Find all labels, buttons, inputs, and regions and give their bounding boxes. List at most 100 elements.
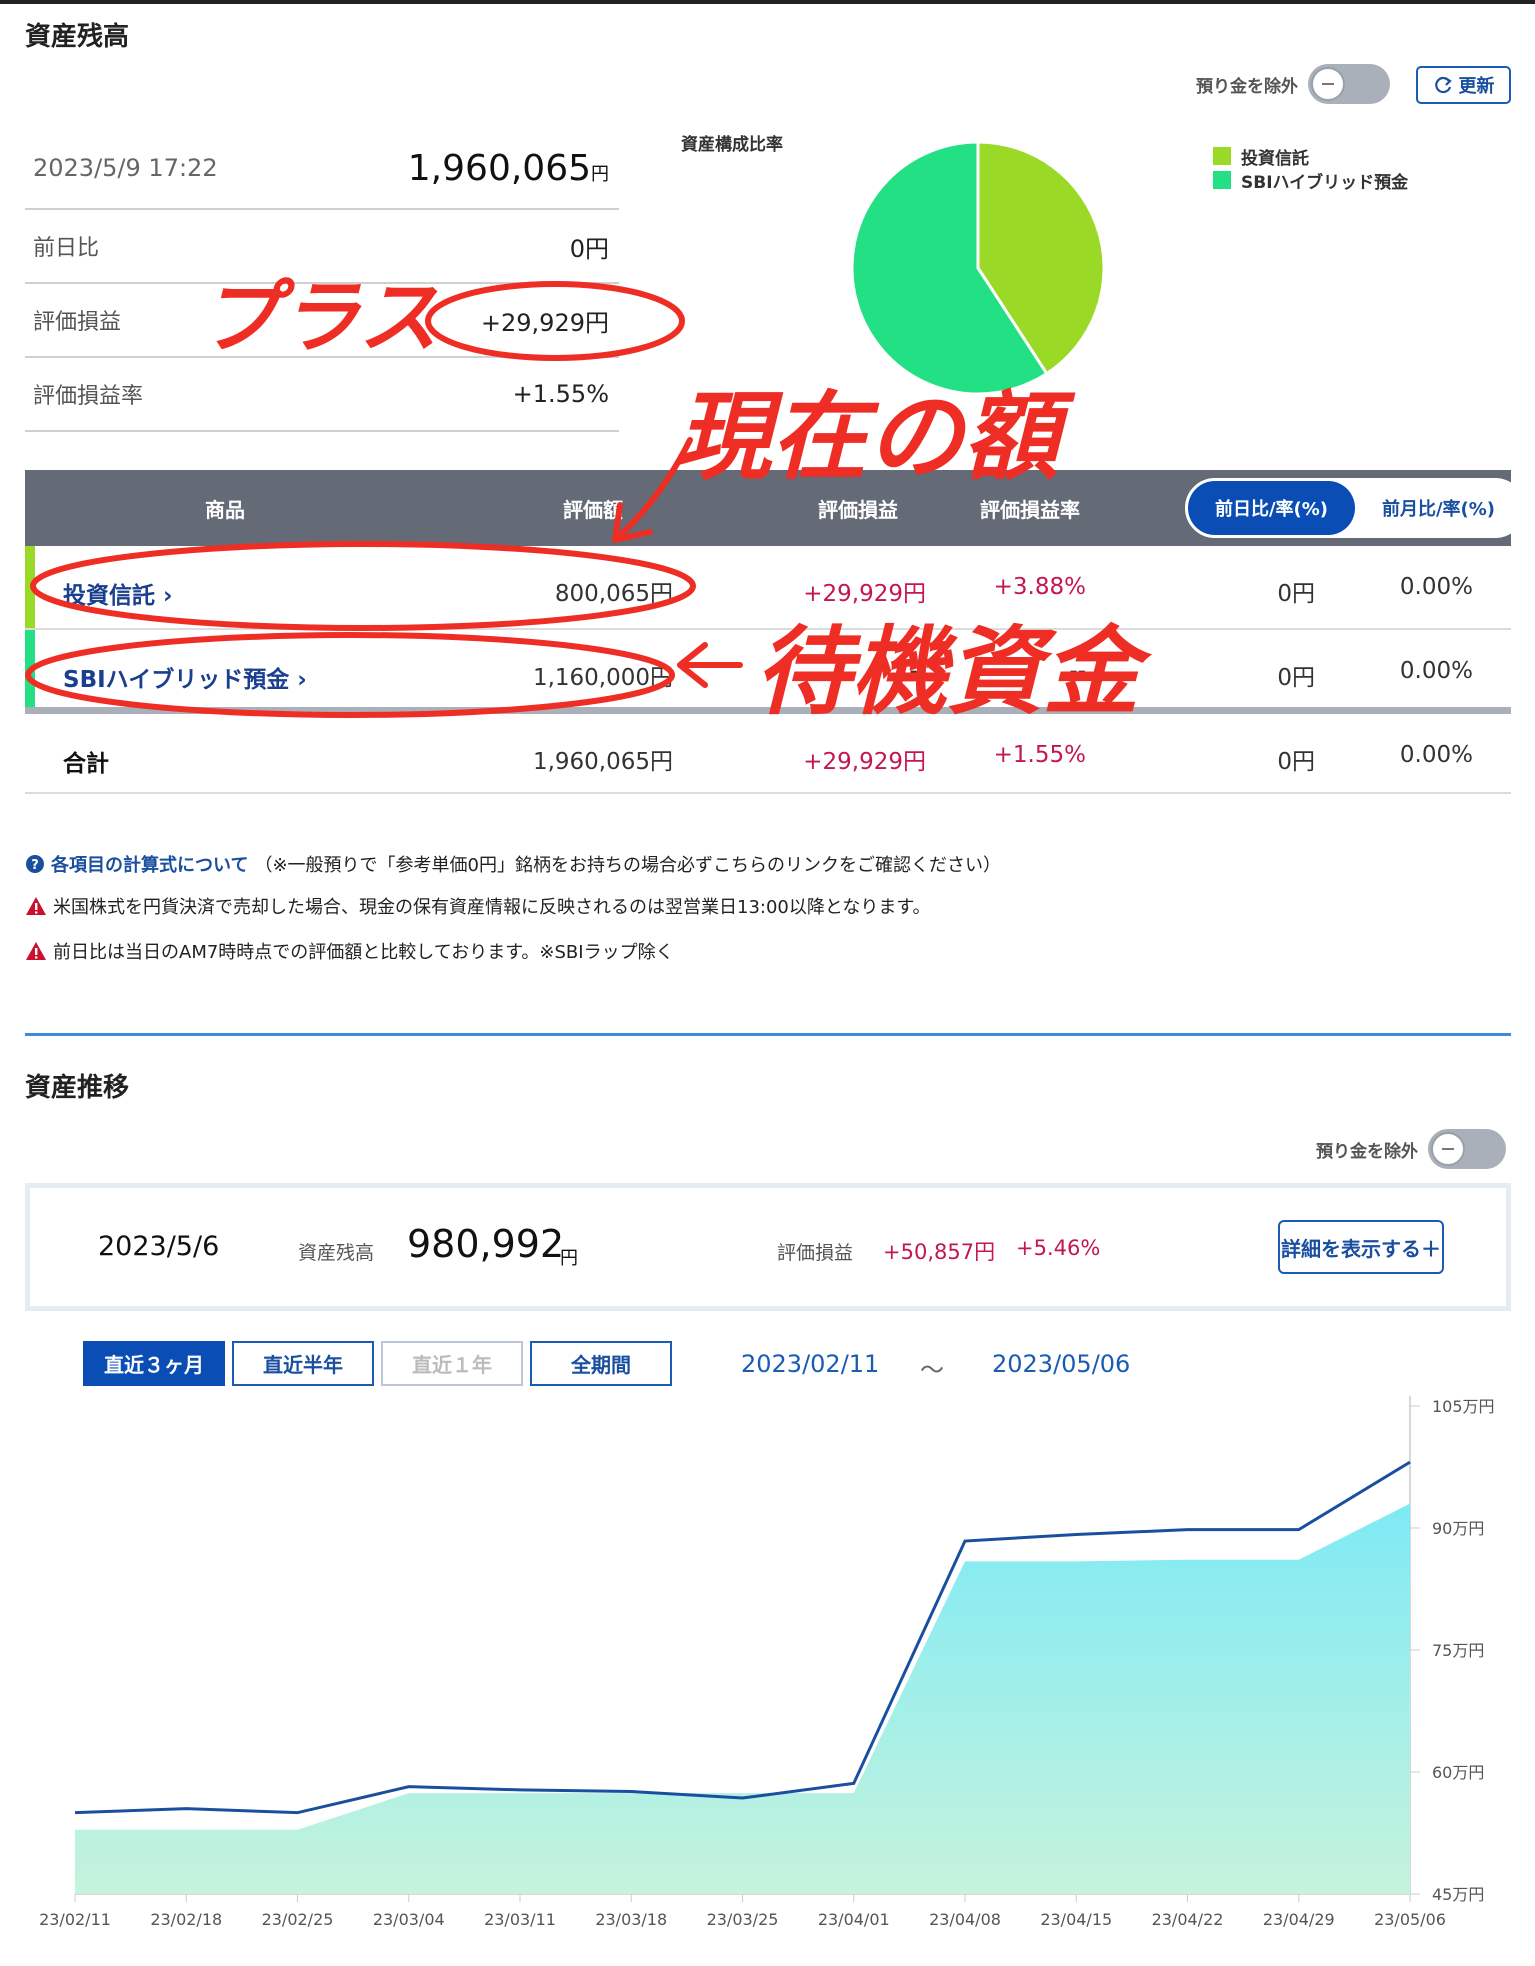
trend-info-box: 2023/5/6 資産残高 980,992 円 評価損益 +50,857円 +5… <box>25 1183 1511 1311</box>
cell-rate: +3.88% <box>993 574 1086 600</box>
question-icon: ? <box>26 855 44 873</box>
holdings-table-header: 商品 評価額 評価損益 評価損益率 前日比/率(%) 前月比/率(%) <box>25 470 1525 546</box>
cell-valuation: 800,065円 <box>554 581 673 607</box>
refresh-icon <box>1434 76 1452 94</box>
section-divider <box>25 1033 1511 1036</box>
legend-swatch <box>1213 147 1231 165</box>
summary-value: +1.55% <box>512 380 609 408</box>
row-color-bar <box>25 546 35 628</box>
x-tick-label: 23/02/11 <box>39 1910 111 1929</box>
col-product: 商品 <box>205 498 245 522</box>
page: 資産残高 預り金を除外 更新 2023/5/9 17:22 1,960,065円… <box>0 0 1535 1966</box>
product-link-deposit[interactable]: SBIハイブリッド預金 › <box>63 660 307 694</box>
tab-month-compare[interactable]: 前月比/率(%) <box>1355 481 1522 535</box>
compare-tabs: 前日比/率(%) 前月比/率(%) <box>1185 478 1525 538</box>
show-detail-button[interactable]: 詳細を表示する＋ <box>1278 1220 1444 1274</box>
product-link-fund[interactable]: 投資信託 › <box>63 576 173 610</box>
summary-value: 0円 <box>569 234 609 263</box>
trend-balance-label: 資産残高 <box>298 1242 375 1264</box>
x-tick-label: 23/04/01 <box>818 1910 890 1929</box>
toggle-label: 預り金を除外 <box>1316 1141 1418 1162</box>
summary-total-row: 2023/5/9 17:22 1,960,065円 <box>25 128 619 210</box>
x-tick-label: 23/02/18 <box>150 1910 222 1929</box>
cell-day: 0円 <box>1277 665 1315 691</box>
minus-icon <box>1431 1132 1465 1166</box>
row-color-bar <box>25 630 35 707</box>
balance-datetime: 2023/5/9 17:22 <box>33 154 218 182</box>
cell-gain: -- <box>909 658 926 684</box>
trend-gain-rate: +5.46% <box>1016 1236 1101 1260</box>
yen-unit: 円 <box>591 163 609 185</box>
warning-icon <box>26 942 46 960</box>
x-tick-label: 23/04/29 <box>1263 1910 1335 1929</box>
note-text: 前日比は当日のAM7時時点での評価額と比較しております。※SBIラップ除く <box>53 942 674 963</box>
table-row: 投資信託 › 800,065円 +29,929円 +3.88% 0円 0.00% <box>25 546 1511 630</box>
x-tick-label: 23/03/04 <box>373 1910 445 1929</box>
asset-trend-chart: 105万円 90万円 75万円 60万円 45万円 23/02/11 23/02/18 23/… <box>39 1396 1495 1929</box>
toggle-label: 預り金を除外 <box>1196 76 1298 97</box>
cell-gain: +29,929円 <box>803 749 926 775</box>
cell-valuation: 1,960,065円 <box>532 749 673 775</box>
cell-gain: +29,929円 <box>803 581 926 607</box>
col-valuation: 評価額 <box>563 498 623 522</box>
y-tick-label: 90万円 <box>1432 1519 1484 1538</box>
pie-legend: 投資信託 SBIハイブリッド預金 <box>1213 144 1409 193</box>
table-row: SBIハイブリッド預金 › 1,160,000円 -- -- 0円 0.00% <box>25 630 1511 714</box>
col-gain-rate: 評価損益率 <box>980 498 1080 522</box>
x-tick-label: 23/05/06 <box>1374 1910 1446 1929</box>
summary-label: 評価損益率 <box>33 384 144 409</box>
x-tick-label: 23/04/15 <box>1040 1910 1112 1929</box>
note-text: 米国株式を円貨決済で売却した場合、現金の保有資産情報に反映されるのは翌営業日13… <box>53 897 931 918</box>
cell-day: 0円 <box>1277 581 1315 607</box>
legend-item: 投資信託 <box>1213 144 1408 169</box>
warning-icon <box>26 897 46 915</box>
total-value: 1,960,065 <box>407 147 591 189</box>
total-label: 合計 <box>63 751 109 777</box>
cell-day-rate: 0.00% <box>1399 574 1473 600</box>
tab-day-compare[interactable]: 前日比/率(%) <box>1188 481 1355 535</box>
composition-pie-chart <box>850 140 1106 396</box>
exclude-deposit-toggle-1[interactable]: 預り金を除外 <box>1196 64 1390 104</box>
area-series <box>75 1503 1410 1894</box>
col-gain: 評価損益 <box>818 498 898 522</box>
exclude-deposit-toggle-2[interactable]: 預り金を除外 <box>1316 1129 1506 1169</box>
note-day-compare: 前日比は当日のAM7時時点での評価額と比較しております。※SBIラップ除く <box>25 938 674 964</box>
section-title-balance: 資産残高 <box>25 22 130 52</box>
cell-rate: +1.55% <box>993 742 1086 768</box>
summary-row-gain-rate: 評価損益率 +1.55% <box>25 358 619 432</box>
legend-item: SBIハイブリッド預金 <box>1213 168 1409 193</box>
note-text: （※一般預りで「参考単価0円」銘柄をお持ちの場合必ずこちらのリンクをご確認くださ… <box>254 855 1001 876</box>
cell-rate: -- <box>1069 658 1086 684</box>
y-tick-label: 45万円 <box>1432 1885 1484 1904</box>
cell-valuation: 1,160,000円 <box>532 665 673 691</box>
toggle-switch[interactable] <box>1428 1129 1506 1169</box>
yen-unit: 円 <box>560 1248 578 1269</box>
x-tick-label: 23/02/25 <box>262 1910 334 1929</box>
refresh-button[interactable]: 更新 <box>1416 66 1511 104</box>
summary-label: 前日比 <box>33 236 100 261</box>
legend-label: 投資信託 <box>1241 148 1309 169</box>
x-tick-label: 23/04/08 <box>929 1910 1001 1929</box>
trend-gain-value: +50,857円 <box>883 1240 996 1264</box>
range-start[interactable]: 2023/02/11 <box>741 1350 879 1378</box>
y-tick-label: 105万円 <box>1432 1397 1495 1416</box>
formula-link[interactable]: 各項目の計算式について <box>51 851 248 877</box>
table-total-row: 合計 1,960,065円 +29,929円 +1.55% 0円 0.00% <box>25 714 1511 794</box>
refresh-label: 更新 <box>1458 76 1495 97</box>
summary-value: +29,929円 <box>480 308 609 337</box>
summary-label: 評価損益 <box>33 310 122 335</box>
x-tick-label: 23/03/11 <box>484 1910 556 1929</box>
top-border <box>0 0 1535 4</box>
toggle-switch[interactable] <box>1308 64 1390 104</box>
note-us-stock: 米国株式を円貨決済で売却した場合、現金の保有資産情報に反映されるのは翌営業日13… <box>25 893 931 919</box>
y-tick-label: 75万円 <box>1432 1641 1484 1660</box>
summary-row-gain: 評価損益 +29,929円 <box>25 284 619 358</box>
cell-day-rate: 0.00% <box>1399 742 1473 768</box>
total-value-wrap: 1,960,065円 <box>408 148 609 189</box>
legend-label: SBIハイブリッド預金 <box>1241 172 1409 193</box>
trend-date: 2023/5/6 <box>98 1231 220 1262</box>
trend-balance-value: 980,992 <box>407 1222 565 1266</box>
svg-text:?: ? <box>31 858 39 873</box>
range-end[interactable]: 2023/05/06 <box>992 1350 1130 1378</box>
summary-row-day: 前日比 0円 <box>25 210 619 284</box>
